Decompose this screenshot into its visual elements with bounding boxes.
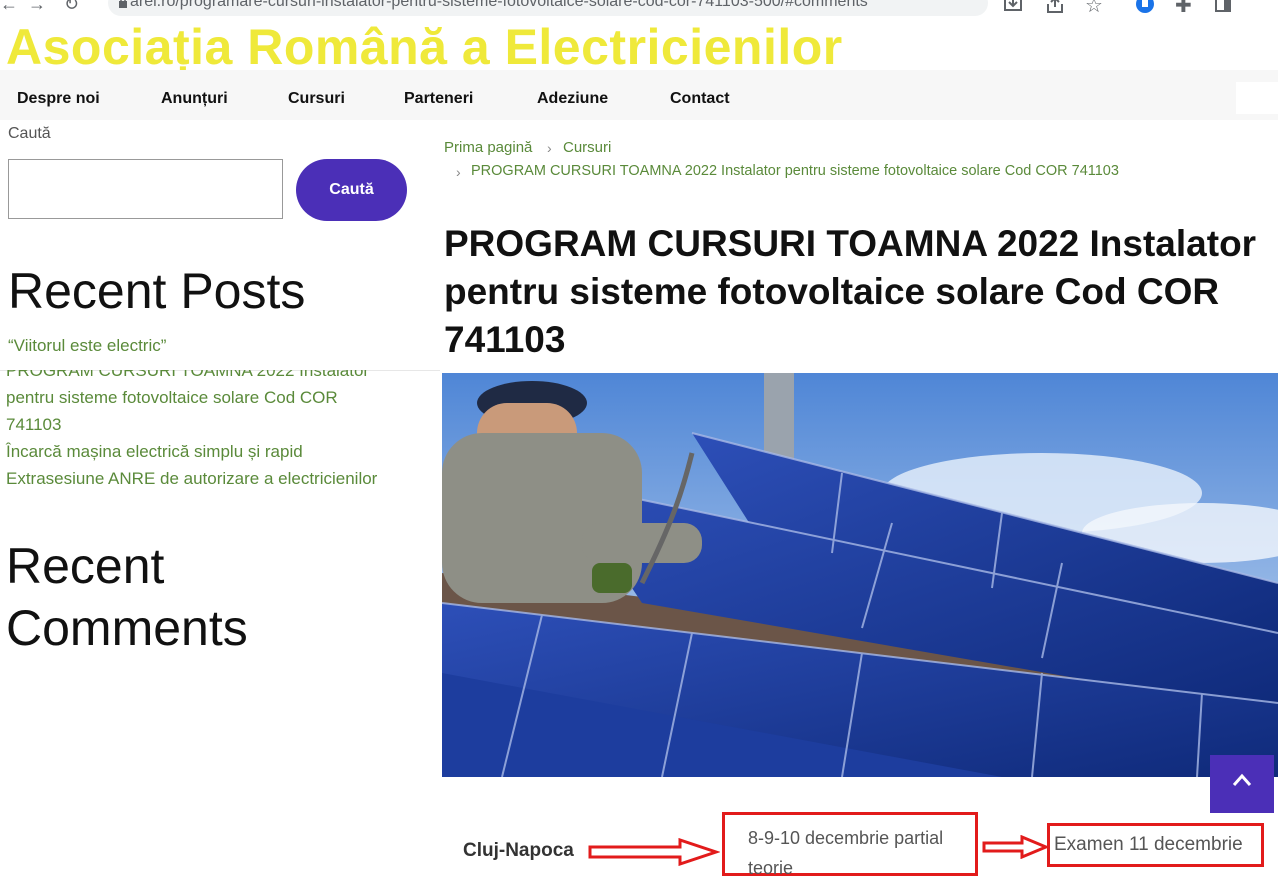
featured-image-solar-panels: [442, 373, 1278, 777]
chevron-right-icon: ›: [456, 164, 461, 180]
chevron-right-icon: ›: [547, 140, 552, 156]
menu-item-anunturi[interactable]: Anunțuri: [161, 90, 228, 108]
recent-post-link-viitorul[interactable]: “Viitorul este electric”: [8, 332, 166, 359]
annotation-arrow-icon: [982, 835, 1048, 859]
recent-comments-heading-line2: Comments: [6, 600, 248, 656]
annotation-box-exam: Examen 11 decembrie: [1047, 823, 1264, 867]
breadcrumb-current: PROGRAM CURSURI TOAMNA 2022 Instalator p…: [471, 163, 1119, 179]
recent-post-link-program-line2[interactable]: pentru sisteme fotovoltaice solare Cod C…: [6, 384, 338, 411]
back-icon[interactable]: ←: [0, 0, 18, 15]
search-input[interactable]: [8, 159, 283, 219]
breadcrumb-home[interactable]: Prima pagină: [444, 139, 532, 156]
install-icon[interactable]: [1003, 0, 1023, 14]
menu-item-despre-noi[interactable]: Despre noi: [17, 90, 100, 108]
post-title-line3: 741103: [444, 319, 566, 360]
schedule-exam-date: Examen 11 decembrie: [1054, 834, 1243, 855]
breadcrumb-cursuri[interactable]: Cursuri: [563, 139, 611, 156]
lock-icon: [119, 0, 127, 8]
extension-badge-icon[interactable]: [1135, 0, 1155, 14]
main-menu: Despre noi Anunțuri Cursuri Parteneri Ad…: [0, 70, 1278, 120]
recent-comments-heading: Recent Comments: [6, 535, 248, 659]
bookmark-star-icon[interactable]: ☆: [1085, 0, 1103, 16]
annotation-box-theory: 8-9-10 decembrie partial teorie: [722, 812, 978, 878]
address-bar-url: arei.ro/programare-cursuri-instalator-pe…: [130, 0, 868, 10]
side-panel-icon[interactable]: [1214, 0, 1232, 14]
scroll-to-top-button[interactable]: [1210, 755, 1274, 813]
menu-item-cursuri[interactable]: Cursuri: [288, 90, 345, 108]
recent-post-link-program-line1[interactable]: PROGRAM CURSURI TOAMNA 2022 Instalator: [6, 370, 369, 384]
menu-item-parteneri[interactable]: Parteneri: [404, 90, 473, 108]
schedule-theory-dates: 8-9-10 decembrie partial teorie: [748, 828, 944, 878]
recent-post-link-program-line3[interactable]: 741103: [6, 411, 61, 438]
address-bar[interactable]: arei.ro/programare-cursuri-instalator-pe…: [108, 0, 988, 16]
menu-right-box: [1236, 82, 1278, 114]
menu-item-contact[interactable]: Contact: [670, 90, 730, 108]
reload-icon[interactable]: ↻: [64, 0, 79, 15]
chevron-up-icon: [1232, 773, 1252, 786]
recent-post-link-extrasesiune[interactable]: Extrasesiune ANRE de autorizare a electr…: [6, 465, 377, 492]
solar-installer-illustration: [442, 373, 1278, 777]
recent-comments-heading-line1: Recent: [6, 538, 165, 594]
annotation-arrow-icon: [588, 838, 720, 866]
browser-toolbar: ← → ↻ arei.ro/programare-cursuri-instala…: [0, 0, 1278, 16]
search-button[interactable]: Caută: [296, 159, 407, 221]
share-icon[interactable]: [1045, 0, 1065, 14]
forward-icon[interactable]: →: [28, 0, 46, 15]
recent-posts-heading: Recent Posts: [8, 263, 306, 319]
post-title-line1: PROGRAM CURSURI TOAMNA 2022 Instalator: [444, 223, 1257, 264]
schedule-city: Cluj-Napoca: [463, 840, 574, 861]
post-title-line2: pentru sisteme fotovoltaice solare Cod C…: [444, 271, 1220, 312]
menu-item-adeziune[interactable]: Adeziune: [537, 90, 608, 108]
recent-post-link-incarca[interactable]: Încarcă mașina electrică simplu și rapid: [6, 438, 303, 465]
post-title: PROGRAM CURSURI TOAMNA 2022 Instalator p…: [444, 220, 1278, 364]
search-label: Caută: [8, 125, 51, 142]
extensions-puzzle-icon[interactable]: ✚: [1175, 0, 1192, 16]
